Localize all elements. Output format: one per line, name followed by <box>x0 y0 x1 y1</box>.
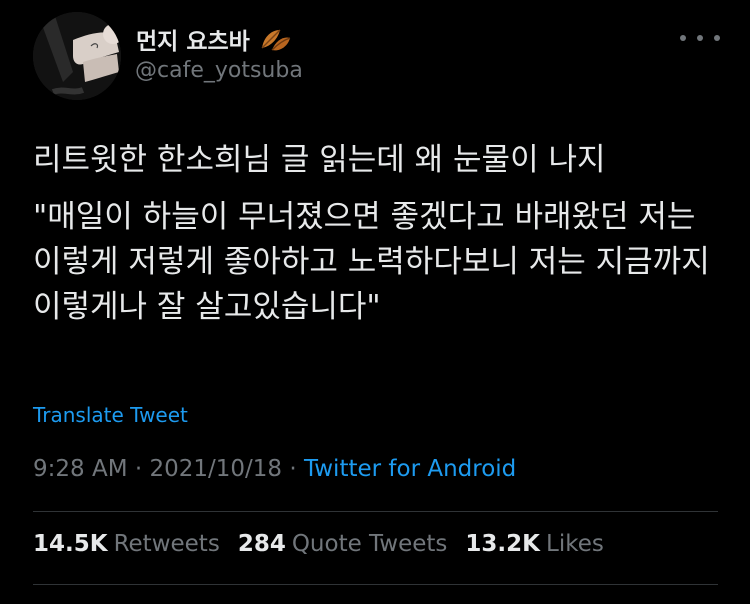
avatar-image <box>33 12 121 100</box>
more-dot <box>680 35 686 41</box>
display-name[interactable]: 먼지 요츠바 <box>136 22 292 56</box>
quote-tweets-label: Quote Tweets <box>291 531 448 557</box>
divider <box>33 584 718 585</box>
tweet-text-line: 리트윗한 한소희님 글 읽는데 왜 눈물이 나지 <box>33 142 606 178</box>
divider <box>33 511 718 512</box>
tweet-text-quote: "매일이 하늘이 무너졌으면 좋겠다고 바래왔던 저는 이렇게 저렇게 좋아하고… <box>33 199 720 325</box>
likes-count: 13.2K <box>465 531 540 557</box>
tweet-date[interactable]: 2021/10/18 <box>149 456 282 482</box>
meta-separator: · <box>289 456 297 482</box>
retweets-stat[interactable]: 14.5K Retweets <box>33 531 220 557</box>
retweets-count: 14.5K <box>33 531 108 557</box>
tweet-time[interactable]: 9:28 AM <box>33 456 128 482</box>
tweet-text: 리트윗한 한소희님 글 읽는데 왜 눈물이 나지 "매일이 하늘이 무너졌으면 … <box>33 138 723 330</box>
likes-stat[interactable]: 13.2K Likes <box>465 531 603 557</box>
user-handle[interactable]: @cafe_yotsuba <box>135 58 303 83</box>
avatar[interactable] <box>33 12 121 100</box>
retweets-label: Retweets <box>113 531 220 557</box>
more-dot <box>714 35 720 41</box>
display-name-text: 먼지 요츠바 <box>136 29 250 55</box>
more-dot <box>697 35 703 41</box>
tweet-meta: 9:28 AM · 2021/10/18 · Twitter for Andro… <box>33 456 516 482</box>
meta-separator: · <box>134 456 143 482</box>
quote-tweets-stat[interactable]: 284 Quote Tweets <box>238 531 448 557</box>
likes-label: Likes <box>546 531 604 557</box>
tweet-stats: 14.5K Retweets 284 Quote Tweets 13.2K Likes <box>33 531 604 557</box>
quote-tweets-count: 284 <box>237 531 286 557</box>
fallen-leaf-icon <box>261 29 291 51</box>
tweet-source-link[interactable]: Twitter for Android <box>304 456 516 482</box>
translate-tweet-link[interactable]: Translate Tweet <box>33 403 188 427</box>
more-options-icon[interactable] <box>680 28 720 48</box>
